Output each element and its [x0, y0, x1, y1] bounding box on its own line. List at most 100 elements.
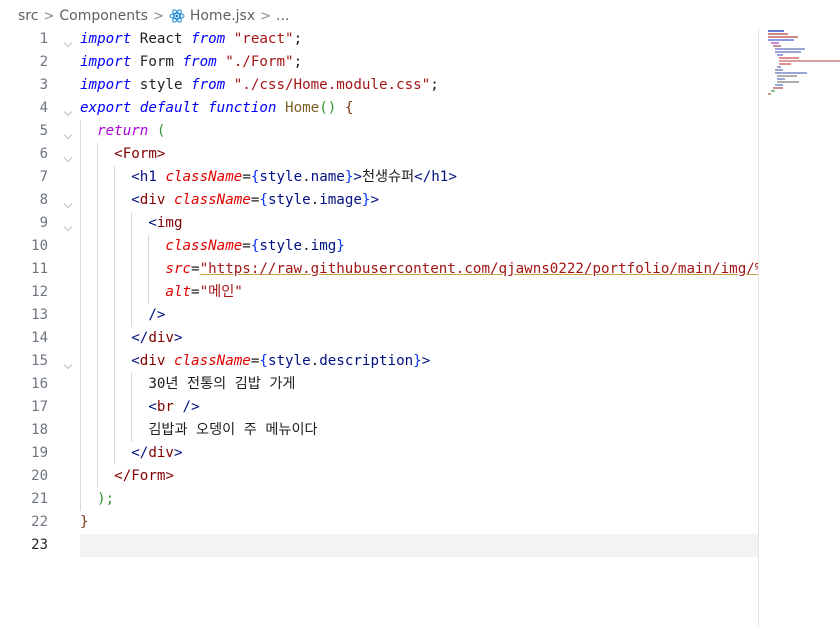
code-line[interactable]: ); [80, 488, 760, 511]
token: export [80, 100, 132, 116]
token: style [259, 238, 303, 254]
code-line[interactable]: </div> [80, 327, 760, 350]
token: Form [131, 54, 183, 70]
token: from [182, 54, 217, 70]
breadcrumb-item-file[interactable]: Home.jsx [190, 8, 259, 24]
token: < [131, 169, 140, 185]
line-number-active: 23 [31, 537, 48, 553]
code-line[interactable]: </div> [80, 442, 760, 465]
code-line[interactable]: import Form from "./Form"; [80, 51, 760, 74]
line-number: 1 [39, 31, 48, 47]
token: Home [285, 100, 320, 116]
code-line[interactable]: export default function Home() { [80, 97, 760, 120]
line-number: 11 [31, 261, 48, 277]
token: { [259, 192, 268, 208]
token: h1 [139, 169, 157, 185]
token: { [336, 100, 354, 116]
code-line[interactable]: className={style.img} [80, 235, 760, 258]
code-line[interactable]: src="https://raw.githubusercontent.com/q… [80, 258, 760, 281]
fold-chevron-icon[interactable] [62, 102, 74, 125]
line-number: 19 [31, 445, 48, 461]
code-line[interactable]: import React from "react"; [80, 28, 760, 51]
code-line[interactable]: /> [80, 304, 760, 327]
code-line[interactable]: return ( [80, 120, 760, 143]
code-line[interactable]: </Form> [80, 465, 760, 488]
code-line[interactable]: import style from "./css/Home.module.css… [80, 74, 760, 97]
code-line[interactable]: 김밥과 오뎅이 주 메뉴이다 [80, 419, 760, 442]
token: "react" [233, 31, 294, 47]
token: function [208, 100, 277, 116]
token: img [156, 215, 183, 231]
token: > [173, 445, 183, 461]
token: className [173, 353, 251, 369]
token: /> [173, 399, 200, 415]
code-line[interactable]: 30년 전통의 김밥 가게 [80, 373, 760, 396]
token: > [448, 169, 457, 185]
code-line-current[interactable] [80, 534, 760, 557]
token: . [310, 192, 320, 208]
fold-chevron-icon[interactable] [62, 355, 74, 378]
react-file-icon [169, 9, 185, 23]
token: from [191, 77, 226, 93]
token: import [80, 54, 132, 70]
token: } [80, 514, 89, 530]
token: () [319, 100, 337, 116]
token: . [302, 238, 311, 254]
fold-chevron-icon[interactable] [62, 125, 74, 148]
code-editor[interactable]: import React from "react"; import Form f… [80, 28, 760, 588]
token: </ [131, 330, 149, 346]
line-number: 7 [39, 169, 48, 185]
token: div [148, 445, 174, 461]
fold-chevron-icon[interactable] [62, 194, 74, 217]
token: className [165, 169, 243, 185]
line-number: 13 [31, 307, 48, 323]
token: ; [293, 31, 303, 47]
token: style [267, 192, 311, 208]
token: import [80, 77, 132, 93]
fold-chevron-icon[interactable] [62, 148, 74, 171]
token: image [319, 192, 362, 208]
line-number: 6 [39, 146, 48, 162]
fold-chevron-icon[interactable] [62, 33, 74, 56]
token: > [156, 146, 166, 162]
fold-chevron-icon[interactable] [62, 217, 74, 240]
code-line[interactable]: } [80, 511, 760, 534]
breadcrumb-item-symbols[interactable]: ... [272, 8, 293, 24]
token: > [370, 192, 380, 208]
token: ; [430, 77, 439, 93]
minimap[interactable] [758, 28, 840, 626]
line-number: 3 [39, 77, 48, 93]
token: div [148, 330, 174, 346]
code-line[interactable]: <div className={style.description}> [80, 350, 760, 373]
token: "./Form" [225, 54, 294, 70]
token: from [191, 31, 226, 47]
line-number: 9 [39, 215, 48, 231]
code-line[interactable]: <img [80, 212, 760, 235]
token: className [165, 238, 243, 254]
token: h1 [431, 169, 449, 185]
code-line[interactable]: <br /> [80, 396, 760, 419]
code-line[interactable]: <div className={style.image}> [80, 189, 760, 212]
breadcrumb-item-components[interactable]: Components [55, 8, 152, 24]
token: < [131, 192, 140, 208]
chevron-right-icon: > [260, 8, 272, 24]
code-line[interactable]: alt="메인" [80, 281, 760, 304]
line-number: 17 [31, 399, 48, 415]
token: ( [148, 123, 166, 139]
line-number-gutter: 1 2 3 4 5 6 7 8 9 10 11 12 13 14 15 16 1… [0, 28, 60, 557]
line-number: 2 [39, 54, 48, 70]
token-text: 30년 전통의 김밥 가게 [148, 376, 296, 392]
token: > [173, 330, 183, 346]
code-line[interactable]: <h1 className={style.name}>천생슈퍼</h1> [80, 166, 760, 189]
chevron-right-icon: > [152, 8, 164, 24]
breadcrumb-item-src[interactable]: src [0, 8, 42, 24]
code-line[interactable]: <Form> [80, 143, 760, 166]
token-url[interactable]: "https://raw.githubusercontent.com/qjawn… [200, 261, 760, 277]
line-number: 5 [39, 123, 48, 139]
token: < [148, 215, 157, 231]
token: < [148, 399, 157, 415]
